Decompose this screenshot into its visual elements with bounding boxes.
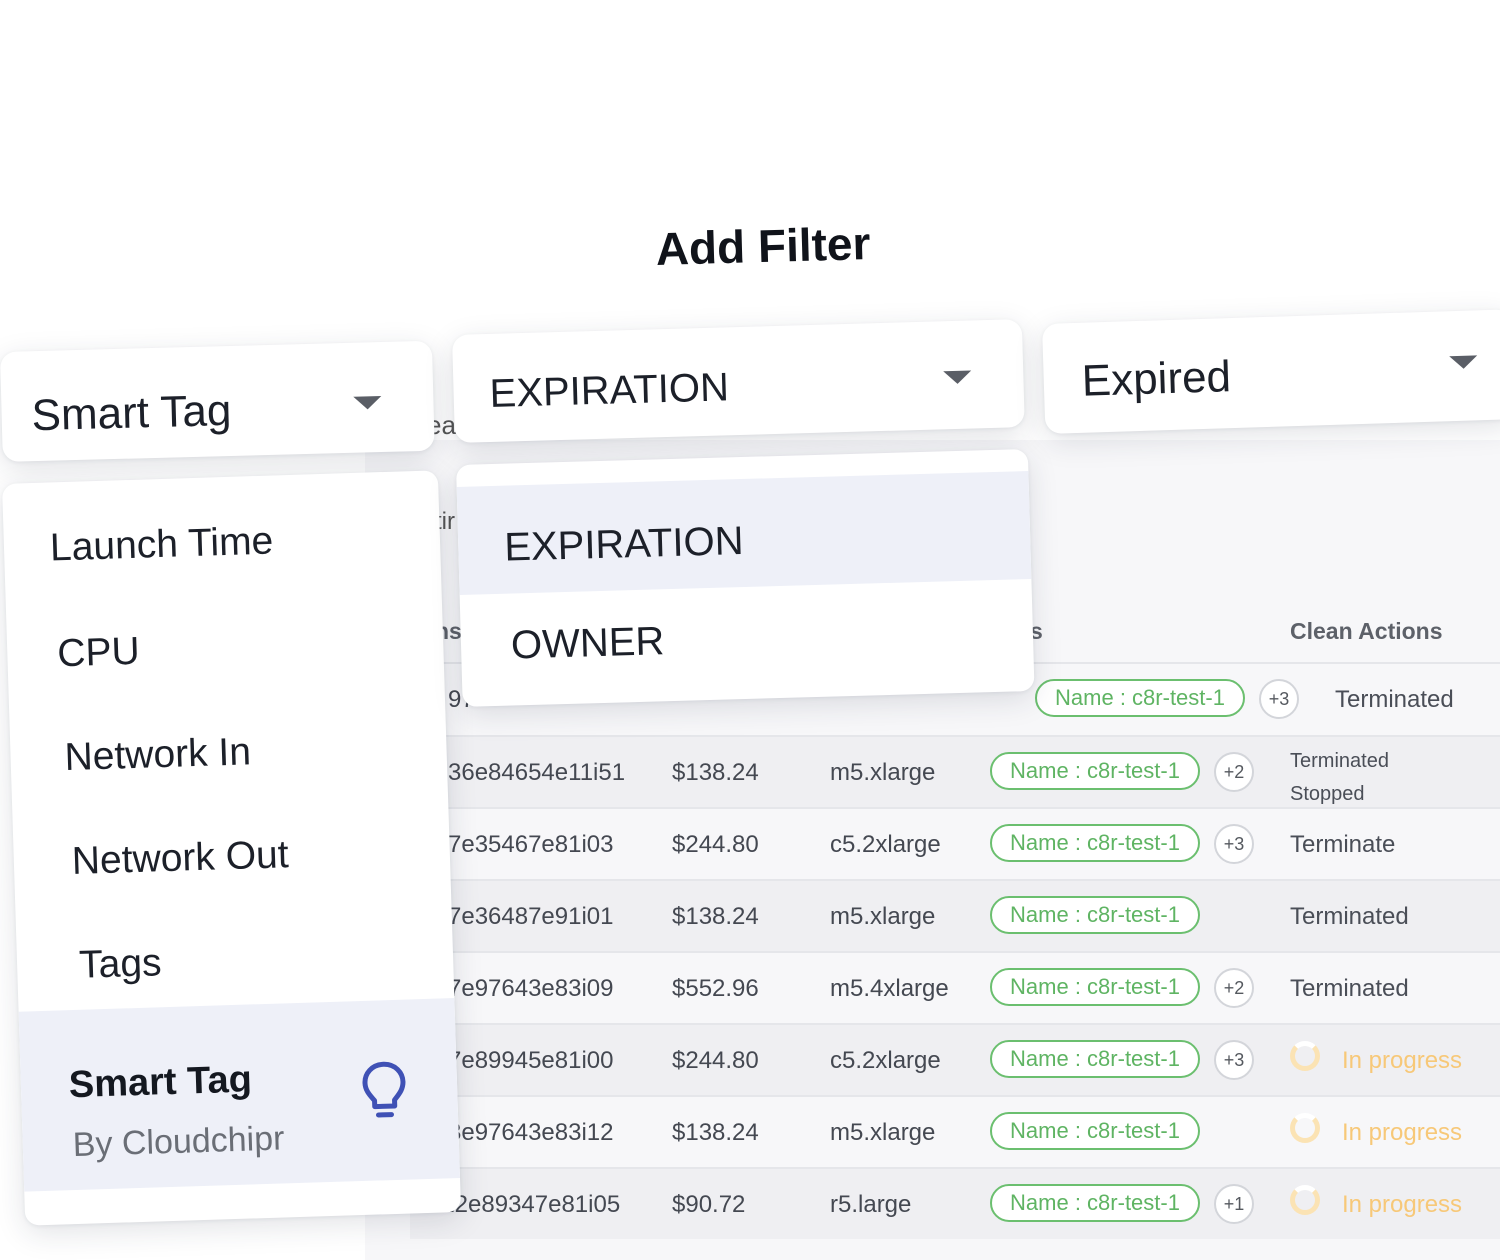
instance-type: m5.xlarge [830,903,936,930]
tag-chip[interactable]: Name : c8r-test-1 [990,1112,1200,1150]
table-row[interactable]: 3e97643e83i12 $138.24 m5.xlarge Name : c… [410,1095,1500,1167]
tag-chip[interactable]: Name : c8r-test-1 [990,1184,1200,1222]
tag-count-badge[interactable]: +1 [1214,1184,1254,1224]
tag-count-badge[interactable]: +3 [1214,1040,1254,1080]
instance-id: 7e97643e83i09 [448,975,614,1002]
clean-action: Terminated Stopped [1290,745,1389,811]
instance-type: m5.xlarge [830,759,936,786]
menu-item-owner[interactable]: OWNER [460,579,1035,695]
menu-item-cpu[interactable]: CPU [7,620,444,678]
instance-id: 7e35467e81i03 [448,831,614,858]
value-select-value: Expired [1081,352,1232,406]
dialog-title: Add Filter [655,217,872,275]
tag-chip[interactable]: Name : c8r-test-1 [990,1040,1200,1078]
clean-actions-column-header: Clean Actions [1290,618,1443,644]
instance-type: r5.large [830,1191,912,1218]
cost-value: $90.72 [672,1191,746,1218]
instance-type: m5.xlarge [830,1119,936,1146]
menu-item-tags[interactable]: Tags [17,932,454,990]
instance-type: m5.4xlarge [830,975,949,1002]
tag-count-badge[interactable]: +3 [1259,679,1299,719]
instance-id: 3e97643e83i12 [448,1119,614,1146]
smart-tag-sublabel: By Cloudchipr [72,1119,285,1165]
lightbulb-icon [362,1061,406,1118]
instance-id: 7e36487e91i01 [448,903,614,930]
menu-item-expiration[interactable]: EXPIRATION [456,471,1032,595]
tag-count-badge[interactable]: +2 [1214,968,1254,1008]
cost-value: $552.96 [672,975,759,1002]
key-menu: EXPIRATION OWNER [456,449,1035,707]
table-row[interactable]: 36e84654e11i51 $138.24 m5.xlarge Name : … [410,735,1500,807]
key-select-value: EXPIRATION [489,365,730,416]
field-select[interactable]: Smart Tag [0,340,435,462]
clean-action: In progress [1342,1119,1463,1146]
chevron-down-icon[interactable] [1449,355,1478,370]
cost-value: $138.24 [672,1119,759,1146]
progress-spinner-icon [1290,1113,1320,1143]
menu-item-network-in[interactable]: Network In [10,724,447,782]
instance-id: 7e89945e81i00 [448,1047,614,1074]
tag-chip[interactable]: Name : c8r-test-1 [990,968,1200,1006]
table-row[interactable]: 7e97643e83i09 $552.96 m5.4xlarge Name : … [410,951,1500,1023]
table-row[interactable]: 7e89945e81i00 $244.80 c5.2xlarge Name : … [410,1023,1500,1095]
tag-chip[interactable]: Name : c8r-test-1 [990,752,1200,790]
clean-action: Terminated [1290,903,1409,930]
smart-tag-label: Smart Tag [68,1058,253,1107]
clean-action-line: Terminated [1290,750,1389,772]
cost-value: $138.24 [672,759,759,786]
key-select[interactable]: EXPIRATION [452,319,1025,443]
progress-spinner-icon [1290,1185,1320,1215]
menu-item-label: EXPIRATION [503,519,745,570]
menu-item-label: Tags [78,941,163,987]
menu-item-launch-time[interactable]: Launch Time [3,514,440,572]
tag-chip[interactable]: Name : c8r-test-1 [1035,679,1245,717]
tag-chip[interactable]: Name : c8r-test-1 [990,824,1200,862]
clean-action-line: Stopped [1290,783,1365,805]
menu-item-label: Network Out [71,833,290,883]
instance-type: c5.2xlarge [830,1047,941,1074]
menu-item-label: Network In [63,730,252,780]
clean-action: Terminated [1335,686,1454,713]
cost-value: $244.80 [672,1047,759,1074]
chevron-down-icon[interactable] [353,396,382,410]
clean-action: In progress [1342,1191,1463,1218]
clean-action: Terminated [1290,975,1409,1002]
tag-count-badge[interactable]: +3 [1214,824,1254,864]
value-select[interactable]: Expired [1042,309,1500,434]
tag-count-badge[interactable]: +2 [1214,752,1254,792]
field-menu: Launch Time CPU Network In Network Out T… [2,470,462,1226]
instance-type: c5.2xlarge [830,831,941,858]
menu-item-label: OWNER [510,619,665,668]
clean-action: In progress [1342,1047,1463,1074]
chevron-down-icon[interactable] [943,370,972,385]
instance-id: 36e84654e11i51 [448,759,626,786]
table-row[interactable]: 7e36487e91i01 $138.24 m5.xlarge Name : c… [410,879,1500,951]
table-row[interactable]: 7e35467e81i03 $244.80 c5.2xlarge Name : … [410,807,1500,879]
clean-action[interactable]: Terminate [1290,831,1395,859]
menu-item-label: Launch Time [49,519,274,570]
cost-value: $244.80 [672,831,759,858]
menu-item-label: CPU [56,629,141,676]
menu-item-smart-tag[interactable]: Smart Tag By Cloudchipr [18,998,461,1192]
table-row[interactable]: i-12e89347e81i05 $90.72 r5.large Name : … [410,1167,1500,1239]
menu-item-network-out[interactable]: Network Out [13,828,450,886]
field-select-value: Smart Tag [31,385,232,441]
tag-chip[interactable]: Name : c8r-test-1 [990,896,1200,934]
cost-value: $138.24 [672,903,759,930]
progress-spinner-icon [1290,1041,1320,1071]
